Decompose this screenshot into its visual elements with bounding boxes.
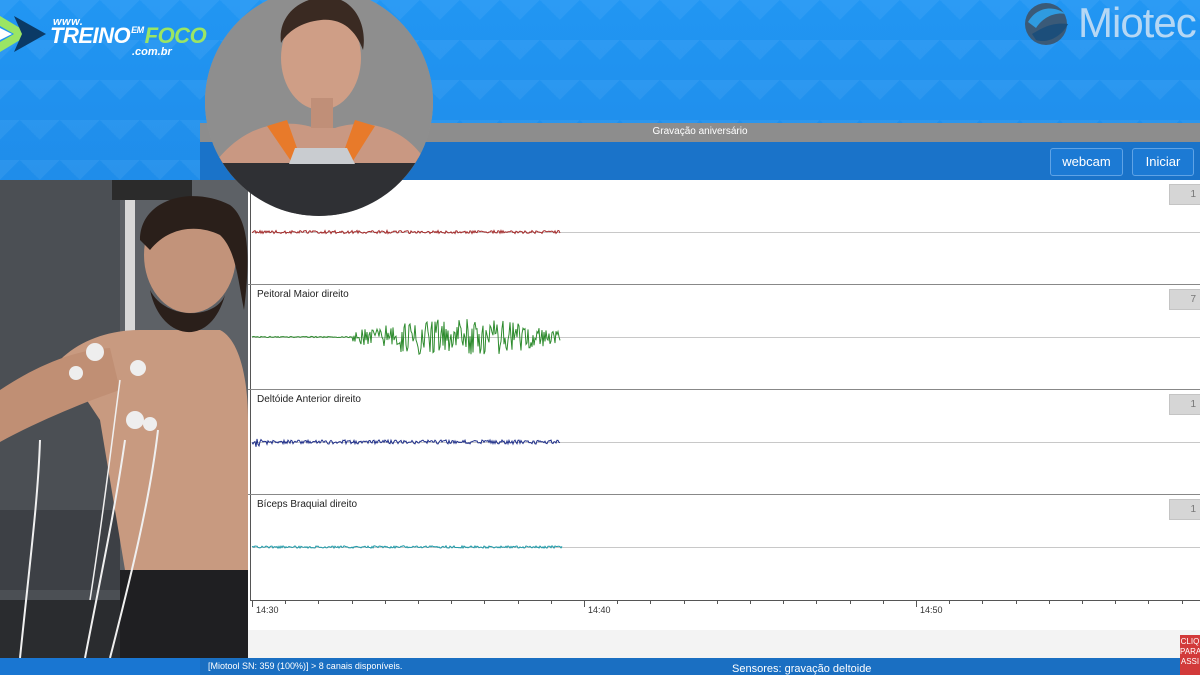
- presenter-photo: [205, 0, 433, 216]
- x-tick: [550, 600, 552, 604]
- status-bar: [Miotool SN: 359 (100%)] > 8 canais disp…: [200, 658, 1200, 675]
- webcam-overlay: [205, 0, 433, 216]
- x-tick: [617, 600, 619, 604]
- channel-scale-button[interactable]: 1: [1169, 499, 1200, 520]
- channel-scale-button[interactable]: 1: [1169, 394, 1200, 415]
- x-axis-line: [250, 600, 1200, 601]
- emg-trace-blue: [251, 438, 561, 448]
- channel-scale-button[interactable]: 1: [1169, 184, 1200, 205]
- brand-logo: www. TREINOEMFOCO .com.br: [0, 6, 207, 62]
- brand-word-foco: FOCO: [144, 23, 207, 48]
- bottom-left-bar: [0, 658, 200, 675]
- emg-trace-cyan: [251, 544, 563, 550]
- emg-trace-red: [251, 228, 561, 235]
- x-tick: [882, 600, 884, 604]
- x-tick: [384, 600, 386, 604]
- sensors-status-text: Sensores: gravação deltoide: [732, 663, 872, 675]
- x-tick: [517, 600, 519, 604]
- x-tick: [1115, 600, 1117, 604]
- x-tick: [285, 600, 287, 604]
- x-tick: [916, 600, 917, 607]
- x-tick: [1181, 600, 1183, 604]
- x-tick: [849, 600, 851, 604]
- miotec-logo: Miotec: [1022, 0, 1200, 50]
- brand-word-em: EM: [131, 25, 144, 35]
- plot-footer: [248, 630, 1200, 658]
- x-tick-label: 14:40: [588, 605, 611, 615]
- x-tick: [816, 600, 818, 604]
- x-tick: [418, 600, 419, 604]
- brand-wordmark: TREINOEMFOCO: [50, 23, 207, 49]
- x-tick: [783, 600, 785, 604]
- iniciar-button[interactable]: Iniciar: [1132, 148, 1194, 176]
- chevron-logo-icon: [0, 16, 46, 52]
- x-tick-label: 14:50: [920, 605, 943, 615]
- emg-trace-green: [251, 319, 561, 356]
- x-axis: 14:30 14:40 14:50: [248, 600, 1200, 630]
- channel-4: Bíceps Braquial direito 1: [248, 495, 1200, 600]
- subject-video: [0, 180, 248, 658]
- x-tick: [683, 600, 685, 604]
- webcam-button[interactable]: webcam: [1050, 148, 1123, 176]
- subject-photo: [0, 180, 248, 658]
- x-tick: [451, 600, 453, 604]
- x-tick: [1148, 600, 1150, 604]
- x-tick: [584, 600, 585, 607]
- emg-plot: 1 Peitoral Maior direito 7 Deltóide Ante…: [248, 180, 1200, 658]
- miotec-globe-icon: [1025, 3, 1068, 45]
- x-tick: [650, 600, 652, 604]
- channel-3: Deltóide Anterior direito 1: [248, 390, 1200, 495]
- brand-url-suffix: .com.br: [132, 46, 172, 58]
- x-tick: [982, 600, 984, 604]
- x-tick-label: 14:30: [256, 605, 279, 615]
- x-tick: [949, 600, 951, 604]
- x-tick: [750, 600, 751, 604]
- brand-word-treino: TREINO: [50, 23, 131, 48]
- miotec-wordmark: Miotec: [1078, 0, 1197, 46]
- x-tick: [1082, 600, 1083, 604]
- x-tick: [318, 600, 320, 604]
- x-tick: [1015, 600, 1017, 604]
- channel-trace: [251, 438, 561, 448]
- x-tick: [252, 600, 253, 607]
- side-promo-tab[interactable]: CLIQ PARA ASSI: [1180, 635, 1200, 675]
- channel-trace: [251, 319, 561, 356]
- channel-trace: [251, 544, 563, 550]
- x-tick: [484, 600, 486, 604]
- device-status-text: [Miotool SN: 359 (100%)] > 8 canais disp…: [208, 661, 403, 671]
- x-tick: [716, 600, 718, 604]
- x-tick: [1048, 600, 1050, 604]
- x-tick: [351, 600, 353, 604]
- channel-2: Peitoral Maior direito 7: [248, 285, 1200, 390]
- channel-scale-button[interactable]: 7: [1169, 289, 1200, 310]
